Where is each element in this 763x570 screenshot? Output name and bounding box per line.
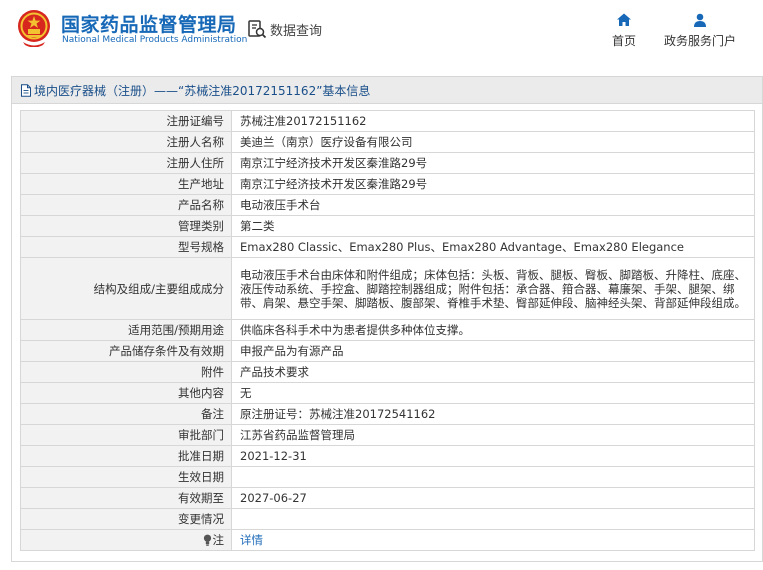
site-header: 国家药品监督管理局 National Medical Products Admi… [0, 0, 763, 66]
row-value: 供临床各科手术中为患者提供多种体位支撑。 [231, 319, 755, 341]
table-row: 注 详情 [20, 529, 755, 551]
device-info-panel: 境内医疗器械（注册）——“苏械注准20172151162”基本信息 注册证编号 … [11, 76, 763, 562]
table-row: 备注 原注册证号：苏械注准20172541162 [20, 403, 755, 425]
row-label: 注册证编号 [20, 110, 232, 132]
row-value: 产品技术要求 [231, 361, 755, 383]
table-row: 生产地址 南京江宁经济技术开发区秦淮路29号 [20, 173, 755, 195]
table-row: 结构及组成/主要组成成分 电动液压手术台由床体和附件组成；床体包括：头板、背板、… [20, 257, 755, 320]
row-label: 结构及组成/主要组成成分 [20, 257, 232, 320]
row-label: 产品名称 [20, 194, 232, 216]
nav-home[interactable]: 首页 [607, 12, 641, 49]
table-row: 注册证编号 苏械注准20172151162 [20, 110, 755, 132]
row-label: 注册人名称 [20, 131, 232, 153]
table-row: 型号规格 Emax280 Classic、Emax280 Plus、Emax28… [20, 236, 755, 258]
row-label: 备注 [20, 403, 232, 425]
data-query-link[interactable]: 数据查询 [247, 18, 322, 40]
row-label: 型号规格 [20, 236, 232, 258]
row-label: 有效期至 [20, 487, 232, 509]
table-row: 其他内容 无 [20, 382, 755, 404]
row-label: 适用范围/预期用途 [20, 319, 232, 341]
user-icon [694, 13, 706, 27]
row-value: 电动液压手术台 [231, 194, 755, 216]
table-row: 产品名称 电动液压手术台 [20, 194, 755, 216]
row-label: 审批部门 [20, 424, 232, 446]
row-value: 无 [231, 382, 755, 404]
device-info-table: 注册证编号 苏械注准20172151162 注册人名称 美迪兰（南京）医疗设备有… [20, 110, 755, 551]
row-value: 南京江宁经济技术开发区秦淮路29号 [231, 173, 755, 195]
table-row: 管理类别 第二类 [20, 215, 755, 237]
panel-title: 境内医疗器械（注册）——“苏械注准20172151162”基本信息 [34, 83, 371, 98]
lightbulb-icon [203, 534, 211, 546]
row-value: 苏械注准20172151162 [231, 110, 755, 132]
note-value-cell: 详情 [231, 529, 755, 551]
table-row: 生效日期 [20, 466, 755, 488]
details-link[interactable]: 详情 [240, 533, 263, 547]
row-value: 江苏省药品监督管理局 [231, 424, 755, 446]
table-row: 批准日期 2021-12-31 [20, 445, 755, 467]
data-query-label: 数据查询 [270, 23, 323, 39]
row-label: 生产地址 [20, 173, 232, 195]
row-value: 原注册证号：苏械注准20172541162 [231, 403, 755, 425]
table-row: 附件 产品技术要求 [20, 361, 755, 383]
nav-service-portal[interactable]: 政务服务门户 [662, 12, 738, 49]
row-value: 美迪兰（南京）医疗设备有限公司 [231, 131, 755, 153]
row-value [231, 508, 755, 530]
row-value: 2021-12-31 [231, 445, 755, 467]
row-value: 2027-06-27 [231, 487, 755, 509]
row-label: 变更情况 [20, 508, 232, 530]
table-row: 审批部门 江苏省药品监督管理局 [20, 424, 755, 446]
row-label: 附件 [20, 361, 232, 383]
nav-service-label: 政务服务门户 [663, 34, 736, 48]
table-row: 注册人名称 美迪兰（南京）医疗设备有限公司 [20, 131, 755, 153]
row-value: 电动液压手术台由床体和附件组成；床体包括：头板、背板、腿板、臀板、脚踏板、升降柱… [231, 257, 755, 320]
row-label: 注 [212, 533, 225, 547]
row-label: 批准日期 [20, 445, 232, 467]
row-label: 生效日期 [20, 466, 232, 488]
table-row: 适用范围/预期用途 供临床各科手术中为患者提供多种体位支撑。 [20, 319, 755, 341]
document-search-icon [248, 20, 267, 39]
row-value: 第二类 [231, 215, 755, 237]
document-icon [21, 83, 31, 97]
table-row: 注册人住所 南京江宁经济技术开发区秦淮路29号 [20, 152, 755, 174]
row-value: Emax280 Classic、Emax280 Plus、Emax280 Adv… [231, 236, 755, 258]
panel-title-bar: 境内医疗器械（注册）——“苏械注准20172151162”基本信息 [12, 77, 762, 104]
nav-home-label: 首页 [611, 34, 636, 48]
note-label-cell: 注 [20, 529, 232, 551]
row-label: 注册人住所 [20, 152, 232, 174]
row-value: 申报产品为有源产品 [231, 340, 755, 362]
row-value: 南京江宁经济技术开发区秦淮路29号 [231, 152, 755, 174]
site-subtitle: National Medical Products Administration [62, 35, 248, 45]
national-emblem-icon [18, 10, 50, 47]
table-row: 产品储存条件及有效期 申报产品为有源产品 [20, 340, 755, 362]
site-title: 国家药品监督管理局 [61, 14, 237, 36]
row-label: 管理类别 [20, 215, 232, 237]
table-row: 有效期至 2027-06-27 [20, 487, 755, 509]
row-label: 其他内容 [20, 382, 232, 404]
row-value [231, 466, 755, 488]
home-icon [617, 13, 631, 26]
table-row: 变更情况 [20, 508, 755, 530]
row-label: 产品储存条件及有效期 [20, 340, 232, 362]
